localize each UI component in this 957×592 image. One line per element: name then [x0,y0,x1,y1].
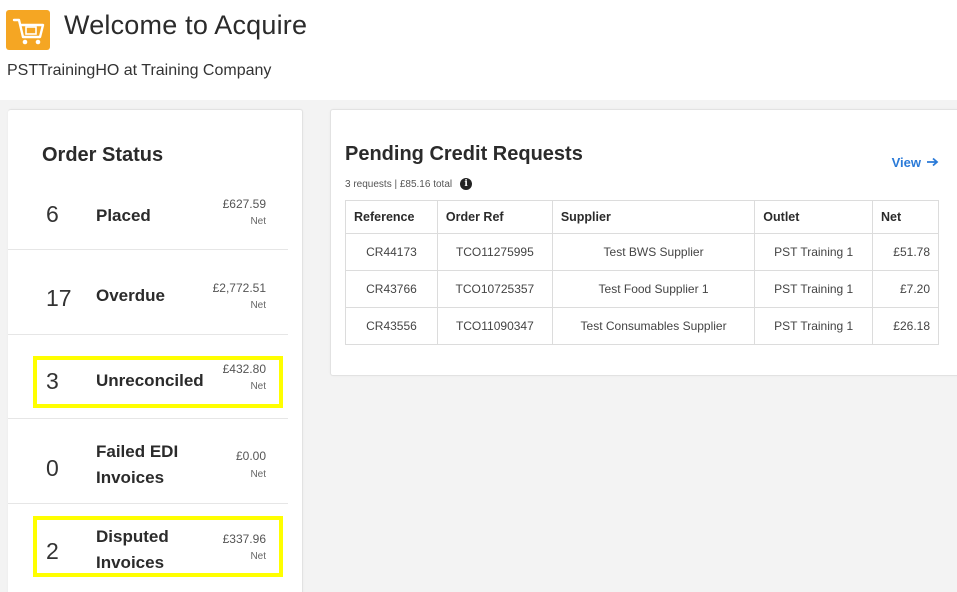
status-label: Failed EDI Invoices [96,442,179,487]
cell-supplier: Test Consumables Supplier [551,307,756,345]
status-row-placed[interactable]: 6 Placed £627.59 Net [8,170,288,250]
status-net-label: Net [250,300,266,311]
table-row[interactable]: CR43766 TCO10725357 Test Food Supplier 1… [345,270,939,308]
cell-outlet: PST Training 1 [754,270,874,308]
status-label: Overdue [96,286,165,305]
status-row-failed-edi[interactable]: 0 Failed EDI Invoices £0.00 Net [8,419,288,504]
credit-summary: 3 requests | £85.16 total i [345,178,473,190]
cell-supplier: Test Food Supplier 1 [551,270,756,308]
credit-summary-text: 3 requests | £85.16 total [345,178,453,190]
cell-reference: CR43766 [345,270,438,308]
column-header[interactable]: Net [872,200,939,234]
column-header[interactable]: Supplier [551,200,756,234]
arrow-right-icon [927,155,939,170]
status-net-label: Net [250,469,266,480]
column-header[interactable]: Order Ref [436,200,553,234]
status-count: 17 [46,285,72,311]
credit-requests-table: Reference Order Ref Supplier Outlet Net … [345,200,939,345]
table-row[interactable]: CR44173 TCO11275995 Test BWS Supplier PS… [345,233,939,271]
cell-order-ref: TCO11275995 [436,233,553,271]
pending-credit-requests-card: Pending Credit Requests View 3 requests … [330,109,957,376]
table-header-row: Reference Order Ref Supplier Outlet Net [345,200,939,234]
status-row-overdue[interactable]: 17 Overdue £2,772.51 Net [8,250,288,335]
cell-reference: CR44173 [345,233,438,271]
status-amount: £2,772.51 [212,281,266,295]
page-title: Welcome to Acquire [64,10,308,40]
dashboard-content: Order Status 6 Placed £627.59 Net 17 Ove… [0,100,957,592]
user-company-label: PSTTrainingHO at Training Company [7,62,272,79]
cell-reference: CR43556 [345,307,438,345]
status-count: 0 [46,455,59,481]
view-link[interactable]: View [892,155,939,170]
cell-net: £51.78 [872,233,939,271]
highlight-box-unreconciled [33,356,283,408]
credit-requests-heading: Pending Credit Requests [345,143,583,165]
cell-net: £26.18 [872,307,939,345]
page-header: Welcome to Acquire PSTTrainingHO at Trai… [0,0,957,100]
status-net-label: Net [250,216,266,227]
cell-order-ref: TCO10725357 [436,270,553,308]
status-count: 6 [46,201,59,227]
status-amount: £627.59 [222,197,266,211]
table-row[interactable]: CR43556 TCO11090347 Test Consumables Sup… [345,307,939,345]
shopping-cart-icon [6,10,50,50]
cell-order-ref: TCO11090347 [436,307,553,345]
status-amount: £0.00 [235,449,266,463]
status-label: Placed [96,206,151,225]
view-link-label: View [891,155,921,170]
cell-outlet: PST Training 1 [754,307,874,345]
cell-net: £7.20 [872,270,939,308]
column-header[interactable]: Reference [345,200,438,234]
info-icon[interactable]: i [460,178,473,190]
cell-supplier: Test BWS Supplier [551,233,756,271]
cell-outlet: PST Training 1 [754,233,874,271]
order-status-heading: Order Status [42,144,164,166]
highlight-box-disputed [33,516,283,577]
column-header[interactable]: Outlet [754,200,874,234]
